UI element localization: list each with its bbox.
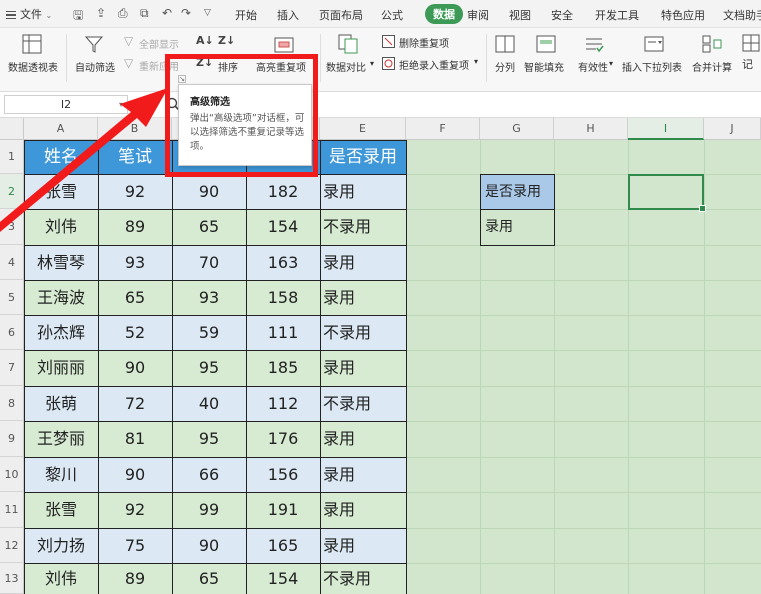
pointer-arrow-icon	[0, 88, 168, 232]
